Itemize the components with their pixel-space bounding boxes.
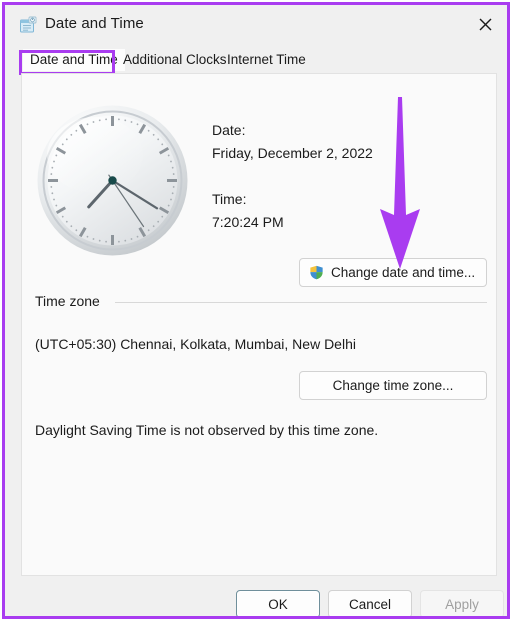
daylight-saving-text: Daylight Saving Time is not observed by … [35,422,379,438]
timezone-value: (UTC+05:30) Chennai, Kolkata, Mumbai, Ne… [35,336,356,352]
close-button[interactable] [463,5,507,43]
ok-label: OK [268,596,288,612]
title-bar: Date and Time [5,5,507,47]
apply-button: Apply [420,590,504,616]
close-icon [477,16,494,33]
tab-additional-clocks[interactable]: Additional Clocks [116,49,234,71]
tab-label: Additional Clocks [123,52,227,67]
date-value: Friday, December 2, 2022 [212,145,373,161]
tab-label: Internet Time [227,52,306,67]
date-time-readout: Date: Friday, December 2, 2022 Time: 7:2… [212,122,373,230]
timezone-group-label: Time zone [35,293,108,309]
time-label: Time: [212,191,247,207]
cancel-button[interactable]: Cancel [328,590,412,616]
tab-internet-time[interactable]: Internet Time [220,49,313,71]
group-divider [115,302,487,303]
tab-date-and-time[interactable]: Date and Time [23,49,125,71]
tab-label: Date and Time [30,52,118,67]
change-time-zone-label: Change time zone... [332,378,454,393]
tab-strip: Date and Time Additional Clocks Internet… [5,47,507,73]
window-title: Date and Time [45,15,144,32]
date-label: Date: [212,122,246,138]
timezone-group-header: Time zone [35,293,487,309]
time-value: 7:20:24 PM [212,214,284,230]
change-date-and-time-label: Change date and time... [331,265,476,280]
apply-label: Apply [445,596,479,612]
tab-content-panel: Date: Friday, December 2, 2022 Time: 7:2… [21,73,497,576]
change-time-zone-button[interactable]: Change time zone... [299,371,487,400]
cancel-label: Cancel [348,596,392,612]
date-time-calendar-icon [17,14,39,36]
uac-shield-icon [308,264,325,281]
ok-button[interactable]: OK [236,590,320,616]
analog-clock [33,101,192,260]
change-date-and-time-button[interactable]: Change date and time... [299,258,487,287]
date-and-time-dialog: Date and Time Date and Time Additional C… [2,2,510,619]
